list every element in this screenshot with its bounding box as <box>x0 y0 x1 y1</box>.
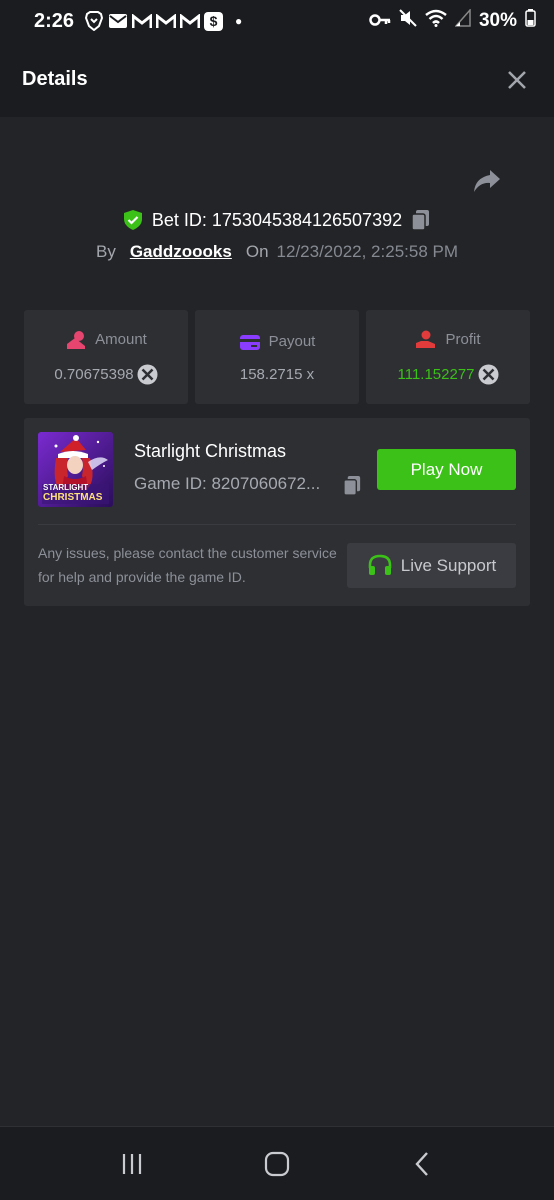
signal-icon <box>454 8 471 33</box>
status-time: 2:26 <box>34 9 75 32</box>
mute-icon <box>399 9 417 33</box>
back-button[interactable] <box>402 1144 442 1184</box>
bet-meta-row: By Gaddzoooks On 12/23/2022, 2:25:58 PM <box>0 238 554 266</box>
close-button[interactable] <box>502 65 532 95</box>
brave-icon <box>84 11 104 31</box>
live-support-button[interactable]: Live Support <box>347 543 516 588</box>
username-link[interactable]: Gaddzoooks <box>130 242 232 262</box>
payout-card: Payout 158.2715 x <box>195 310 359 404</box>
gmail-icon <box>156 11 177 31</box>
play-now-button[interactable]: Play Now <box>377 449 516 490</box>
key-icon <box>369 10 391 33</box>
stats-row: Amount 0.70675398 Payout 158.2715 x Prof… <box>24 310 530 404</box>
currency-coin-icon <box>478 364 499 384</box>
amount-card: Amount 0.70675398 <box>24 310 188 404</box>
payout-label: Payout <box>268 333 316 350</box>
copy-icon <box>343 475 361 496</box>
wifi-icon <box>425 9 447 33</box>
profit-card: Profit 111.152277 <box>366 310 530 404</box>
profit-label: Profit <box>445 331 481 348</box>
profit-value: 111.152277 <box>397 365 475 383</box>
close-icon <box>508 70 526 89</box>
hand-coin-icon <box>416 330 436 348</box>
share-button[interactable] <box>472 168 506 198</box>
copy-bet-id-button[interactable] <box>410 209 432 231</box>
more-notifications-dot: ● <box>235 14 243 28</box>
copy-icon <box>411 210 430 231</box>
system-navigation-bar <box>0 1126 554 1200</box>
bet-details-screen: 2:26 $ ● 30% Details Bet ID: 17530453841… <box>0 0 554 1200</box>
game-card: STARLIGHT CHRISTMAS Starlight Christmas … <box>24 418 530 606</box>
copy-game-id-button[interactable] <box>342 475 363 496</box>
system-icons: 30% <box>369 8 536 33</box>
bet-date: 12/23/2022, 2:25:58 PM <box>276 242 459 261</box>
game-thumbnail[interactable]: STARLIGHT CHRISTMAS <box>38 432 113 507</box>
back-icon <box>415 1151 428 1176</box>
live-support-label: Live Support <box>400 555 497 575</box>
game-id: Game ID: 8207060672... <box>134 474 321 493</box>
recent-apps-icon <box>123 1153 142 1174</box>
share-icon <box>474 170 500 192</box>
coins-icon <box>67 330 86 349</box>
thumb-text-starlight: STARLIGHT <box>43 483 89 492</box>
status-bar: 2:26 $ ● 30% <box>0 0 554 42</box>
currency-coin-icon <box>137 364 158 384</box>
card-icon <box>239 334 260 350</box>
support-note: Any issues, please contact the customer … <box>38 545 337 585</box>
amount-value: 0.70675398 <box>54 365 134 383</box>
battery-text: 30% <box>478 10 517 31</box>
gmail-icon <box>180 11 201 31</box>
home-button[interactable] <box>257 1144 297 1184</box>
bet-id: Bet ID: 1753045384126507392 <box>151 209 403 230</box>
mail-icon <box>108 11 128 31</box>
battery-icon <box>525 9 536 33</box>
amount-label: Amount <box>95 331 147 348</box>
on-label: On <box>245 242 269 261</box>
notification-icons: $ ● <box>84 11 242 31</box>
cash-app-icon: $ <box>204 11 224 31</box>
home-icon <box>264 1151 290 1176</box>
divider <box>38 524 516 525</box>
recent-apps-button[interactable] <box>112 1144 152 1184</box>
gmail-icon <box>132 11 153 31</box>
shield-check-icon <box>122 209 144 231</box>
by-label: By <box>95 242 116 261</box>
thumb-text-christmas: CHRISTMAS <box>43 492 103 503</box>
details-header: Details <box>0 42 554 117</box>
payout-value: 158.2715 x <box>239 365 315 383</box>
bet-id-row: Bet ID: 1753045384126507392 <box>0 205 554 235</box>
headset-icon <box>368 554 392 575</box>
game-name: Starlight Christmas <box>134 441 287 461</box>
page-title: Details <box>22 68 88 90</box>
